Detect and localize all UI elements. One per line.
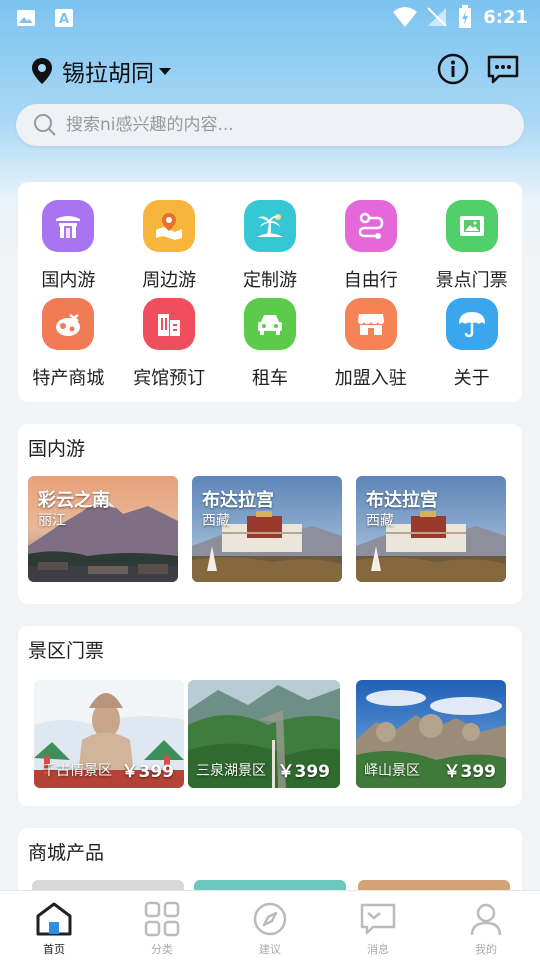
ticket-name: 千古情景区 xyxy=(42,763,112,779)
battery-icon xyxy=(459,5,471,28)
message-icon xyxy=(360,903,396,935)
user-icon xyxy=(470,903,502,936)
no-signal-icon xyxy=(427,7,447,27)
category-franchise[interactable]: 加盟入驻 xyxy=(320,298,421,390)
location-pin-icon xyxy=(32,58,52,84)
ticket-price: ￥399 xyxy=(443,762,497,782)
map-pin-icon xyxy=(143,200,196,252)
tab-home[interactable]: 首页 xyxy=(0,891,108,961)
category-label: 自由行 xyxy=(343,270,398,291)
ticket-card-qiangu[interactable]: 千古情景区 ￥399 xyxy=(34,680,184,788)
tab-suggestions[interactable]: 建议 xyxy=(216,891,324,961)
tab-profile[interactable]: 我的 xyxy=(432,891,540,961)
tour-card-potala-1[interactable]: 布达拉宫 西藏 xyxy=(192,476,342,582)
header: 锡拉胡同 xyxy=(0,48,540,94)
domestic-tour-section: 国内游 彩云之南 丽江 布达拉宫 西藏 布达拉宫 西藏 xyxy=(18,424,522,604)
category-label: 关于 xyxy=(453,368,490,389)
tab-label: 分类 xyxy=(151,943,173,956)
tab-categories[interactable]: 分类 xyxy=(108,891,216,961)
ticket-price: ￥399 xyxy=(121,762,175,782)
ticket-icon xyxy=(445,200,498,252)
tab-label: 建议 xyxy=(259,943,281,956)
category-custom-tour[interactable]: 定制游 xyxy=(220,200,321,292)
search-input[interactable] xyxy=(64,114,508,136)
category-label: 景点门票 xyxy=(435,270,508,291)
ticket-card-yishan[interactable]: 峄山景区 ￥399 xyxy=(356,680,506,788)
tab-messages[interactable]: 消息 xyxy=(324,891,432,961)
store-icon xyxy=(344,298,397,350)
category-grid: 国内游 周边游 定制游 自由行 景点门票 特产商城 宾馆预订 租车 加盟入驻 关… xyxy=(18,200,522,390)
ticket-price: ￥399 xyxy=(277,762,331,782)
category-nearby-tour[interactable]: 周边游 xyxy=(119,200,220,292)
chat-icon[interactable] xyxy=(486,52,520,86)
temple-icon xyxy=(42,200,95,252)
tour-card-potala-2[interactable]: 布达拉宫 西藏 xyxy=(356,476,506,582)
category-card: 国内游 周边游 定制游 自由行 景点门票 特产商城 宾馆预订 租车 加盟入驻 关… xyxy=(18,182,522,402)
route-icon xyxy=(344,200,397,252)
tour-card-title: 布达拉宫 xyxy=(202,490,274,511)
category-free-travel[interactable]: 自由行 xyxy=(320,200,421,292)
section-title: 景区门票 xyxy=(28,640,105,662)
palm-island-icon xyxy=(243,200,296,252)
category-label: 租车 xyxy=(251,368,288,389)
status-bar: A 6:21 xyxy=(0,0,540,36)
tour-card-subtitle: 西藏 xyxy=(202,513,230,529)
caret-down-icon xyxy=(159,68,171,75)
font-notification-icon: A xyxy=(55,9,73,27)
svg-text:A: A xyxy=(59,12,69,27)
tour-card-subtitle: 西藏 xyxy=(366,513,394,529)
location-selector[interactable]: 锡拉胡同 xyxy=(30,54,172,88)
scenic-tickets-section: 景区门票 千古情景区 ￥399 三泉湖景区 ￥399 峄山景区 ￥399 xyxy=(18,626,522,806)
status-time: 6:21 xyxy=(483,7,528,28)
ticket-name: 峄山景区 xyxy=(364,763,420,779)
info-icon[interactable] xyxy=(436,52,470,86)
category-label: 特产商城 xyxy=(32,368,105,389)
category-label: 定制游 xyxy=(242,270,297,291)
car-icon xyxy=(243,298,296,350)
search-bar[interactable] xyxy=(16,104,524,146)
hotel-icon xyxy=(143,298,196,350)
category-label: 宾馆预订 xyxy=(133,368,206,389)
category-scenic-tickets[interactable]: 景点门票 xyxy=(421,200,522,292)
category-about[interactable]: 关于 xyxy=(421,298,522,390)
tour-card-title: 布达拉宫 xyxy=(366,490,438,511)
category-car-rental[interactable]: 租车 xyxy=(220,298,321,390)
grid-icon xyxy=(144,901,180,937)
wifi-icon xyxy=(393,7,417,27)
section-title: 商城产品 xyxy=(28,842,105,864)
compass-icon xyxy=(253,902,287,936)
home-icon xyxy=(36,902,72,936)
category-label: 加盟入驻 xyxy=(334,368,407,389)
bottom-tab-bar: 首页 分类 建议 消息 我的 xyxy=(0,890,540,961)
category-label: 周边游 xyxy=(142,270,197,291)
tab-label: 消息 xyxy=(367,943,389,956)
umbrella-icon xyxy=(445,298,498,350)
search-icon xyxy=(34,114,56,136)
category-domestic-tour[interactable]: 国内游 xyxy=(18,200,119,292)
location-name: 锡拉胡同 xyxy=(62,61,154,87)
tour-card-lijiang[interactable]: 彩云之南 丽江 xyxy=(28,476,178,582)
ticket-name: 三泉湖景区 xyxy=(196,763,266,779)
tab-label: 首页 xyxy=(43,943,65,956)
tour-card-subtitle: 丽江 xyxy=(38,513,66,529)
tab-label: 我的 xyxy=(475,943,497,956)
category-hotel-booking[interactable]: 宾馆预订 xyxy=(119,298,220,390)
specialty-icon xyxy=(42,298,95,350)
ticket-card-sanquanhu[interactable]: 三泉湖景区 ￥399 xyxy=(188,680,340,788)
tour-card-title: 彩云之南 xyxy=(38,490,110,511)
category-label: 国内游 xyxy=(41,270,96,291)
gallery-notification-icon xyxy=(17,10,35,26)
section-title: 国内游 xyxy=(28,438,86,460)
category-specialty-mall[interactable]: 特产商城 xyxy=(18,298,119,390)
